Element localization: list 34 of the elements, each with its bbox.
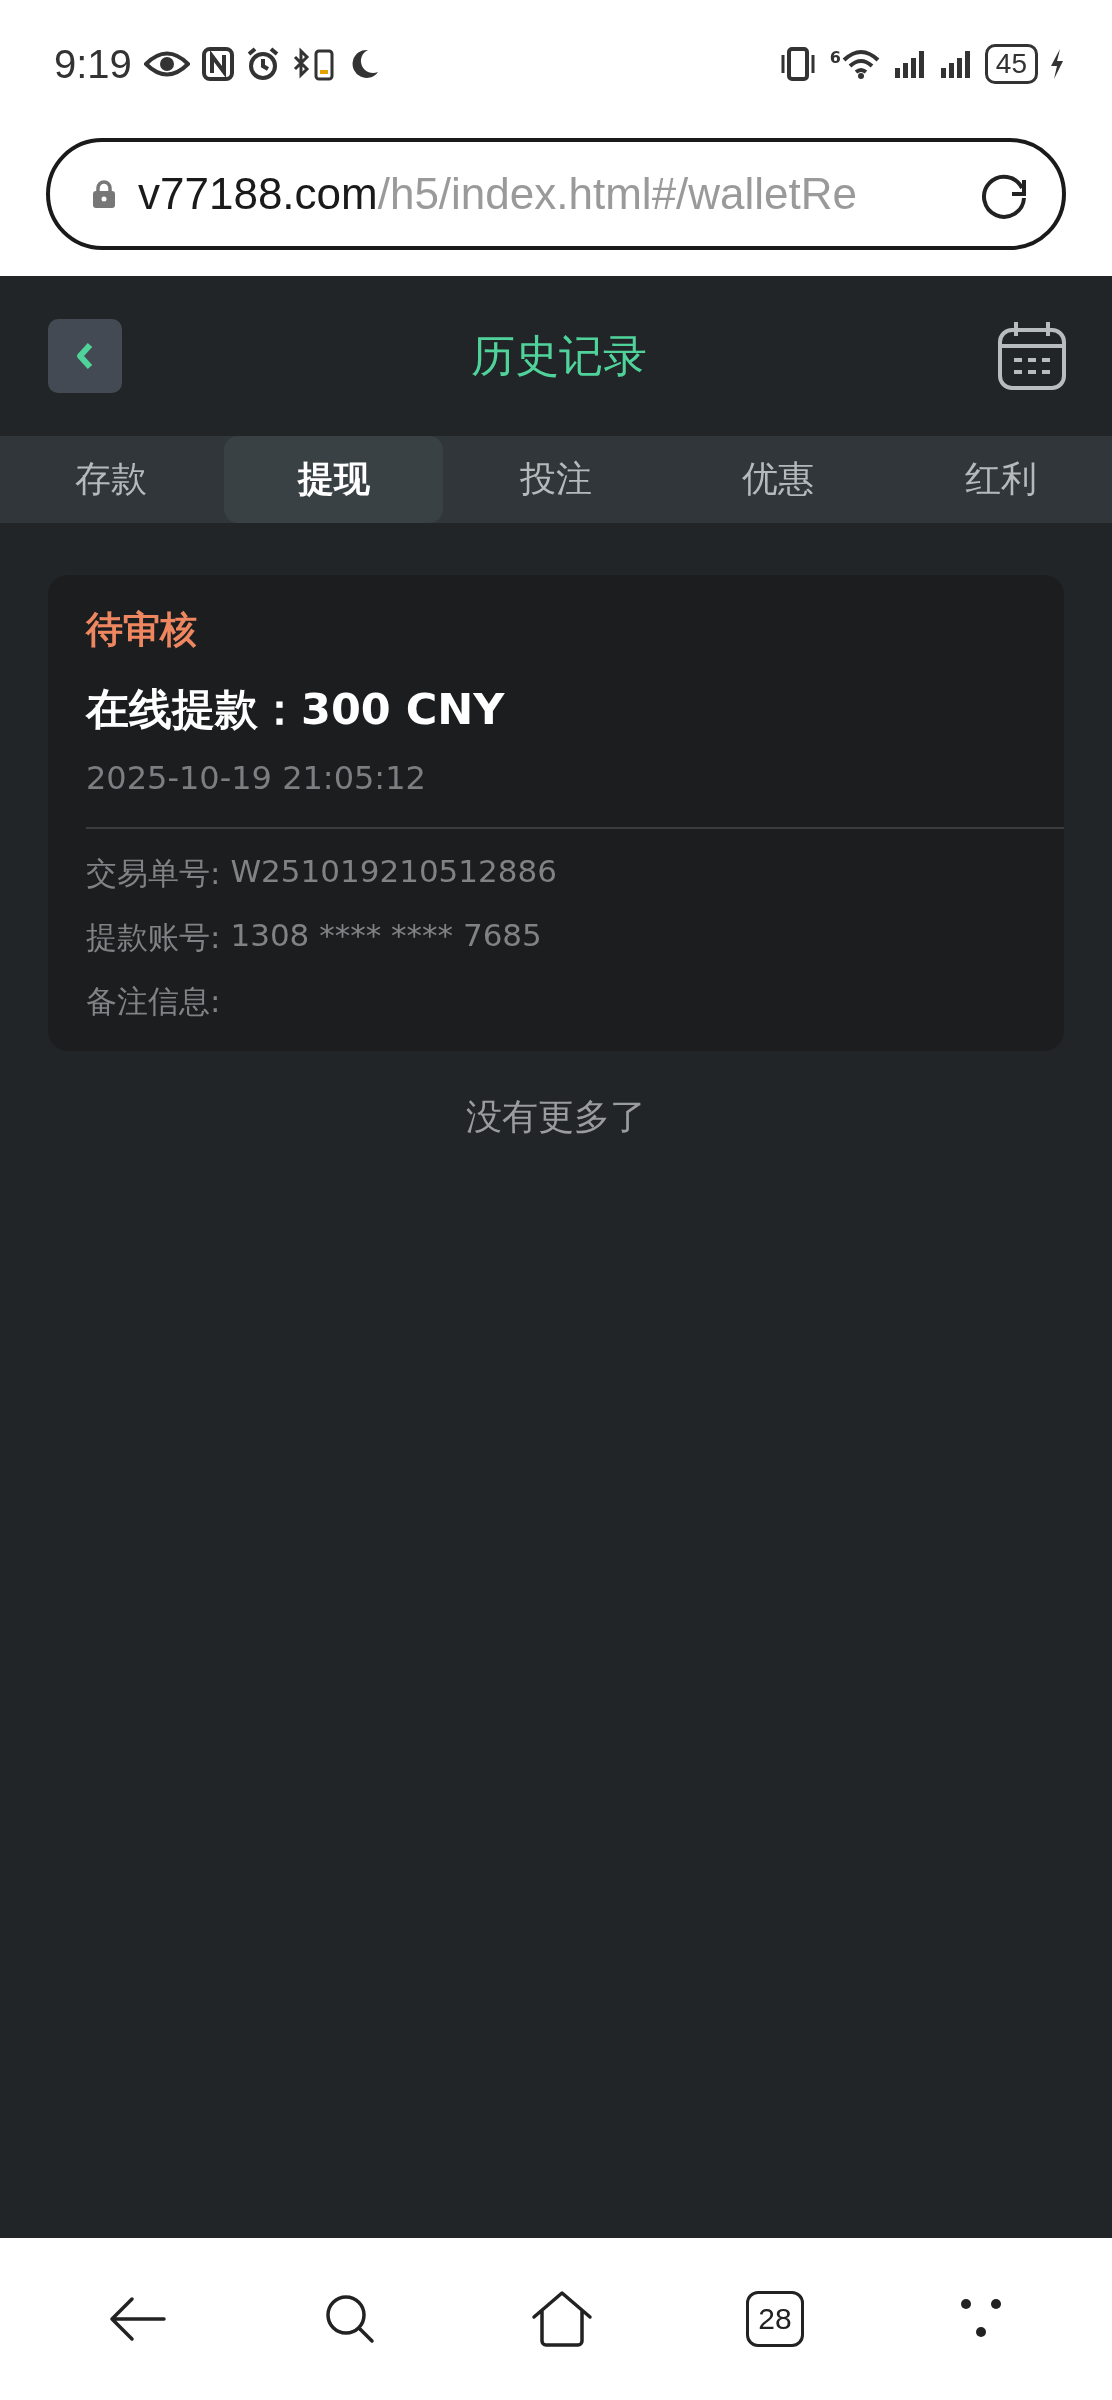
alarm-icon — [245, 47, 280, 81]
detail-value: 1308 **** **** 7685 — [230, 917, 542, 955]
nfc-icon — [201, 47, 234, 81]
back-button[interactable] — [48, 319, 122, 393]
network-label: 6 — [829, 48, 841, 67]
home-icon[interactable] — [530, 2289, 594, 2349]
detail-label: 提款账号: — [86, 918, 221, 957]
detail-value: W251019210512886 — [230, 853, 557, 891]
battery-indicator: 45 — [984, 44, 1038, 84]
url-text: v77188.com/h5/index.html#/walletRe — [138, 169, 859, 219]
chevron-left-icon — [75, 341, 95, 371]
record-time: 2025-10-19 21:05:12 — [86, 759, 427, 797]
tab[interactable]: 存款 — [2, 436, 221, 523]
status-time: 9:19 — [54, 41, 132, 87]
page-title: 历史记录 — [471, 328, 647, 383]
detail-label: 备注信息: — [86, 982, 221, 1021]
tab[interactable]: 优惠 — [669, 436, 888, 523]
address-bar[interactable]: v77188.com/h5/index.html#/walletRe — [46, 138, 1066, 250]
tab[interactable]: 提现 — [224, 436, 443, 523]
end-of-list-text: 没有更多了 — [466, 1095, 646, 1139]
detail-label: 交易单号: — [86, 854, 221, 893]
lock-icon — [92, 179, 116, 209]
tab-count-button[interactable]: 28 — [746, 2291, 804, 2347]
eye-icon — [143, 49, 190, 79]
signal-icon — [892, 48, 927, 80]
record-title: 在线提款：300 CNY — [86, 683, 506, 736]
tab[interactable]: 红利 — [891, 436, 1111, 523]
charging-icon — [1050, 49, 1064, 79]
calendar-icon[interactable] — [996, 320, 1068, 392]
bluetooth-battery-icon — [291, 47, 336, 81]
wifi-icon — [840, 48, 881, 80]
status-label: 待审核 — [86, 607, 198, 653]
signal-icon — [938, 48, 973, 80]
tab[interactable]: 投注 — [446, 436, 666, 523]
